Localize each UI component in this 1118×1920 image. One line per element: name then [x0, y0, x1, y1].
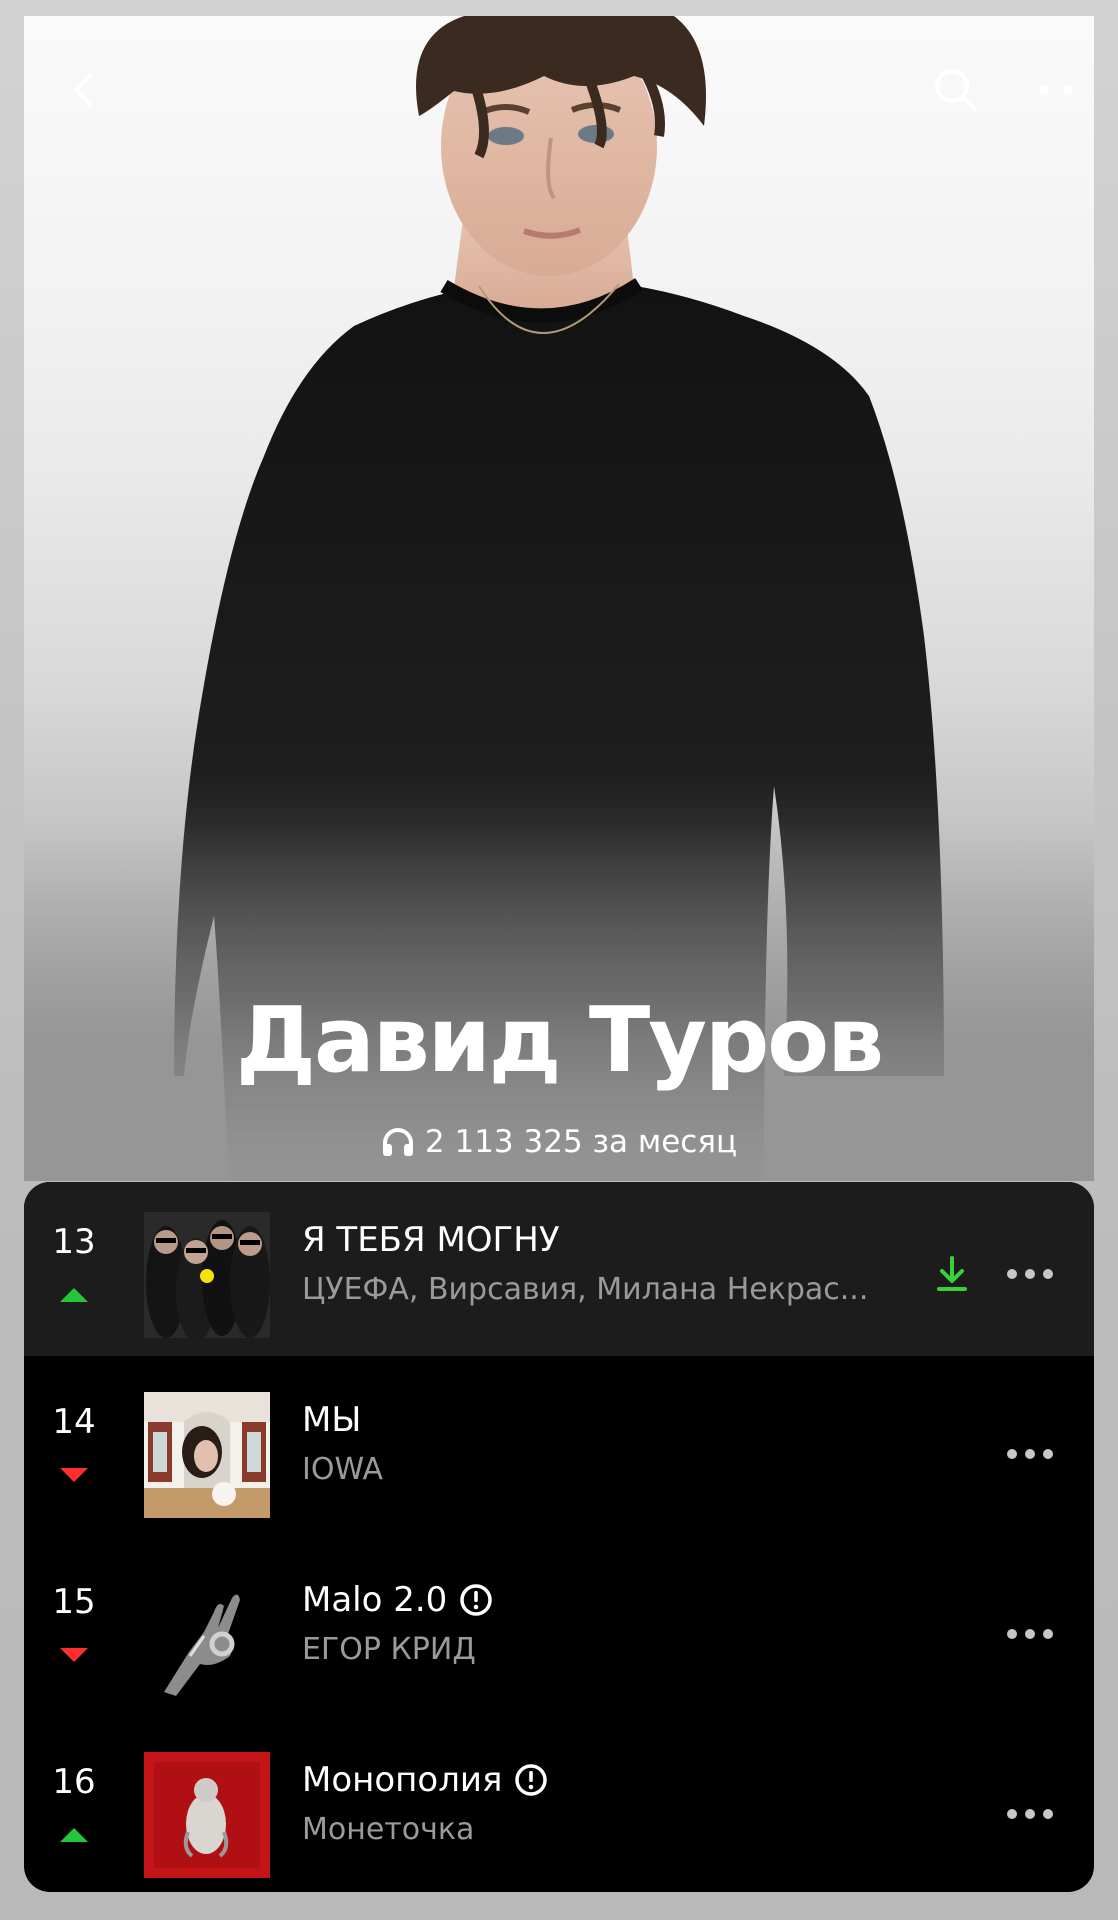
- trend-up-icon: [60, 1828, 88, 1842]
- track-rank: 13: [52, 1222, 96, 1262]
- trend-down-icon: [60, 1468, 88, 1482]
- more-horizontal-icon: [1007, 1809, 1053, 1819]
- search-icon: [934, 68, 978, 112]
- track-title-row: Монополия: [302, 1760, 548, 1800]
- track-row[interactable]: 16 Монополия Монеточка: [24, 1722, 1094, 1892]
- artist-hero: Давид Туров 2 113 325 за месяц: [24, 16, 1094, 1181]
- track-rank: 16: [52, 1762, 96, 1802]
- back-button[interactable]: [52, 58, 116, 122]
- track-cover: [144, 1212, 270, 1338]
- track-title: Я ТЕБЯ МОГНУ: [302, 1220, 560, 1260]
- track-title: Malo 2.0: [302, 1580, 448, 1620]
- trend-up-icon: [60, 1288, 88, 1302]
- track-title: МЫ: [302, 1400, 362, 1440]
- track-more-button[interactable]: [1000, 1792, 1060, 1836]
- track-more-button[interactable]: [1000, 1432, 1060, 1476]
- more-options-button[interactable]: [1024, 58, 1088, 122]
- monthly-listeners: 2 113 325 за месяц: [24, 1124, 1094, 1160]
- track-artists: ЦУЕФА, Вирсавия, Милана Некрас...: [302, 1272, 869, 1307]
- monthly-listeners-text: 2 113 325 за месяц: [424, 1124, 738, 1160]
- track-title-row: Я ТЕБЯ МОГНУ: [302, 1220, 560, 1260]
- download-icon[interactable]: [930, 1252, 974, 1296]
- track-more-button[interactable]: [1000, 1612, 1060, 1656]
- track-row[interactable]: 15 Malo 2.0 ЕГОР КРИД: [24, 1542, 1094, 1722]
- search-button[interactable]: [924, 58, 988, 122]
- track-rank: 14: [52, 1402, 96, 1442]
- explicit-warning-icon: [460, 1584, 493, 1616]
- artist-name: Давид Туров: [235, 988, 884, 1093]
- more-horizontal-icon: [1007, 1449, 1053, 1459]
- track-artists: IOWA: [302, 1452, 384, 1487]
- more-horizontal-icon: [1039, 85, 1073, 95]
- track-title-row: Malo 2.0: [302, 1580, 493, 1620]
- more-horizontal-icon: [1007, 1269, 1053, 1279]
- explicit-warning-icon: [515, 1764, 548, 1796]
- track-more-button[interactable]: [1000, 1252, 1060, 1296]
- track-cover: [144, 1752, 270, 1878]
- track-rank: 15: [52, 1582, 96, 1622]
- track-cover: [144, 1392, 270, 1518]
- track-cover: [144, 1572, 270, 1698]
- headphones-icon: [382, 1128, 413, 1156]
- trend-down-icon: [60, 1648, 88, 1662]
- more-horizontal-icon: [1007, 1629, 1053, 1639]
- track-title-row: МЫ: [302, 1400, 361, 1440]
- track-row[interactable]: 14 МЫ IOWA: [24, 1362, 1094, 1542]
- chevron-left-icon: [73, 73, 93, 107]
- track-artists: Монеточка: [302, 1812, 475, 1847]
- popular-tracks-list: 13 Я ТЕБЯ МОГНУ ЦУЕФА, Вирсавия, Милана …: [24, 1182, 1094, 1892]
- track-row[interactable]: 13 Я ТЕБЯ МОГНУ ЦУЕФА, Вирсавия, Милана …: [24, 1182, 1094, 1356]
- track-title: Монополия: [302, 1760, 503, 1800]
- track-artists: ЕГОР КРИД: [302, 1632, 476, 1667]
